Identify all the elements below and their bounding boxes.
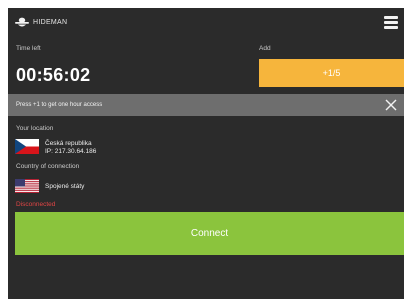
add-label: Add xyxy=(259,45,271,52)
hideman-logo-icon xyxy=(15,17,29,27)
notice-bar: Press +1 to get one hour access xyxy=(8,94,404,116)
close-icon[interactable] xyxy=(384,98,398,112)
connection-status: Disconnected xyxy=(16,201,56,208)
app-window: HIDEMAN Time left 00:56:02 Add +1/5 Pres… xyxy=(8,8,404,299)
us-flag-icon[interactable] xyxy=(15,179,39,193)
time-left-value: 00:56:02 xyxy=(16,65,91,85)
logo: HIDEMAN xyxy=(15,17,67,28)
czech-flag-icon xyxy=(15,139,39,154)
time-left-label: Time left xyxy=(16,45,41,52)
location-ip: IP: 217.30.64.186 xyxy=(45,148,97,155)
notice-text: Press +1 to get one hour access xyxy=(16,102,103,108)
connection-country[interactable]: Spojené státy xyxy=(45,183,84,191)
brand-name: HIDEMAN xyxy=(33,19,68,26)
country-of-connection-label: Country of connection xyxy=(16,163,80,170)
location-country: Česká republika xyxy=(45,140,92,147)
connect-button[interactable]: Connect xyxy=(15,212,404,255)
hamburger-menu-icon[interactable] xyxy=(384,16,398,29)
add-hour-button[interactable]: +1/5 xyxy=(259,59,404,87)
your-location-label: Your location xyxy=(16,125,54,132)
